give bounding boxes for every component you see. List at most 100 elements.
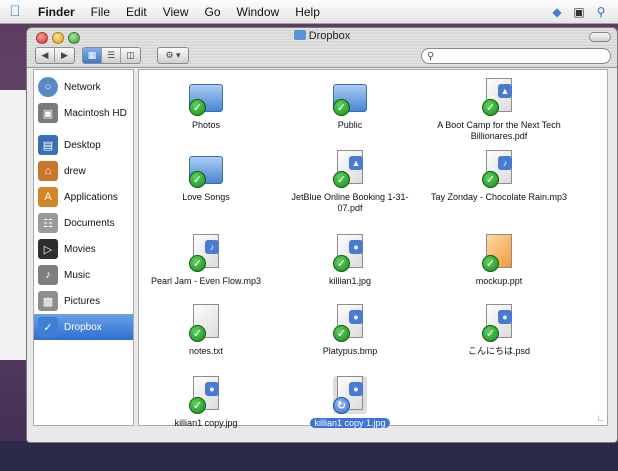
pictures-icon: ▩ xyxy=(38,291,58,311)
music-note-icon: ♪ xyxy=(498,156,512,170)
sidebar-item-music[interactable]: ♪ Music xyxy=(34,262,133,288)
apple-menu-icon[interactable]:  xyxy=(0,3,30,20)
sync-check-icon: ✓ xyxy=(189,397,206,414)
file-name: notes.txt xyxy=(188,346,224,356)
sidebar-item-pictures[interactable]: ▩ Pictures xyxy=(34,288,133,314)
sidebar-item-label: Music xyxy=(64,269,91,281)
file-name: A Boot Camp for the Next Tech Billionare… xyxy=(437,120,561,141)
music-icon: ♪ xyxy=(38,265,58,285)
documents-icon: ☷ xyxy=(38,213,58,233)
image-badge-icon: ● xyxy=(349,240,363,254)
gear-icon: ⚙ xyxy=(165,50,174,60)
search-field[interactable]: ⚲ xyxy=(421,48,611,64)
file-name: こんにちは.psd xyxy=(467,346,530,356)
sidebar-item-label: Movies xyxy=(64,243,96,255)
file-item-chocolate-rain-mp3[interactable]: ♪ ✓ Tay Zonday - Chocolate Rain.mp3 xyxy=(429,150,569,203)
toolbar-toggle-button[interactable] xyxy=(589,32,611,42)
sidebar-item-dropbox[interactable]: ✓ Dropbox xyxy=(34,314,133,340)
file-item-mockup-ppt[interactable]: ✓ mockup.ppt xyxy=(429,234,569,287)
spotlight-icon[interactable]: ⚲ xyxy=(594,5,608,19)
home-icon: ⌂ xyxy=(38,161,58,181)
window-title-text: Dropbox xyxy=(308,30,351,42)
column-view-button[interactable]: ◫ xyxy=(121,48,140,63)
hard-drive-icon: ▣ xyxy=(38,103,58,123)
back-button[interactable]: ◀ xyxy=(36,48,55,63)
file-item-konnichiwa-psd[interactable]: ● ✓ こんにちは.psd xyxy=(429,304,569,357)
network-globe-icon: ○ xyxy=(38,77,58,97)
sidebar-item-label: Dropbox xyxy=(64,321,102,333)
resize-grip-icon[interactable]: ∟ xyxy=(596,413,605,423)
menu-edit[interactable]: Edit xyxy=(118,0,155,24)
dropbox-status-icon[interactable]: ◆ xyxy=(550,5,564,19)
file-item-jetblue-pdf[interactable]: ▲ ✓ JetBlue Online Booking 1-31-07.pdf xyxy=(283,150,417,214)
action-gear-button[interactable]: ⚙ ▾ xyxy=(158,48,188,63)
sidebar-item-label: Pictures xyxy=(64,295,101,307)
file-item-notes-txt[interactable]: ✓ notes.txt xyxy=(139,304,273,357)
forward-button[interactable]: ▶ xyxy=(55,48,74,63)
sidebar-item-network[interactable]: ○ Network xyxy=(34,74,133,100)
menu-bar:  Finder File Edit View Go Window Help ◆… xyxy=(0,0,618,24)
icon-view-button[interactable]: ▦ xyxy=(83,48,102,63)
file-icon-grid: ✓ Photos ✓ Public ▲ ✓ A Boot Camp for the… xyxy=(138,69,608,429)
file-name: JetBlue Online Booking 1-31-07.pdf xyxy=(291,192,409,213)
file-name: killian1 copy 1.jpg xyxy=(283,418,417,429)
sidebar-item-documents[interactable]: ☷ Documents xyxy=(34,210,133,236)
list-view-button[interactable]: ☰ xyxy=(102,48,121,63)
file-item-platypus-bmp[interactable]: ● ✓ Platypus.bmp xyxy=(283,304,417,357)
sidebar-item-label: Desktop xyxy=(64,139,101,151)
sidebar-item-label: Macintosh HD xyxy=(64,107,127,119)
sidebar-item-desktop[interactable]: ▤ Desktop xyxy=(34,132,133,158)
menu-go[interactable]: Go xyxy=(197,0,229,24)
file-item-killian1-copy-jpg[interactable]: ● ✓ killian1 copy.jpg xyxy=(139,376,273,429)
finder-window: Dropbox ◀ ▶ ▦ ☰ ◫ ⚙ ▾ ⚲ ○ Network ▣ Maci… xyxy=(26,27,618,443)
selected-file-name: killian1 copy 1.jpg xyxy=(310,418,390,428)
file-item-love-songs[interactable]: ✓ Love Songs xyxy=(139,150,273,203)
file-name: killian1.jpg xyxy=(328,276,372,286)
file-item-killian1-jpg[interactable]: ● ✓ killian1.jpg xyxy=(283,234,417,287)
back-forward-control: ◀ ▶ xyxy=(35,47,75,64)
file-item-photos[interactable]: ✓ Photos xyxy=(139,78,273,131)
file-name: Photos xyxy=(191,120,221,130)
title-bar: Dropbox ◀ ▶ ▦ ☰ ◫ ⚙ ▾ ⚲ xyxy=(27,28,617,68)
file-name: Platypus.bmp xyxy=(322,346,378,356)
sidebar-item-movies[interactable]: ▷ Movies xyxy=(34,236,133,262)
sidebar-item-macintosh-hd[interactable]: ▣ Macintosh HD xyxy=(34,100,133,126)
applications-icon: A xyxy=(38,187,58,207)
file-item-even-flow-mp3[interactable]: ♪ ✓ Pearl Jam - Even Flow.mp3 xyxy=(139,234,273,287)
sync-check-icon: ✓ xyxy=(333,325,350,342)
menu-file[interactable]: File xyxy=(83,0,118,24)
sidebar-item-label: Network xyxy=(64,81,101,93)
sync-check-icon: ✓ xyxy=(333,171,350,188)
file-item-killian1-copy-1-jpg[interactable]: ● ↻ killian1 copy 1.jpg xyxy=(283,376,417,429)
image-badge-icon: ● xyxy=(349,310,363,324)
sync-check-icon: ✓ xyxy=(482,171,499,188)
view-mode-control: ▦ ☰ ◫ xyxy=(82,47,141,64)
desktop-icon: ▤ xyxy=(38,135,58,155)
dropbox-folder-icon: ✓ xyxy=(38,317,58,337)
sync-check-icon: ✓ xyxy=(482,255,499,272)
sync-check-icon: ✓ xyxy=(482,325,499,342)
sidebar-item-label: Applications xyxy=(64,191,118,203)
file-item-boot-camp-pdf[interactable]: ▲ ✓ A Boot Camp for the Next Tech Billion… xyxy=(429,78,569,142)
syncing-icon: ↻ xyxy=(333,397,350,414)
desktop-bottom-strip xyxy=(0,441,618,471)
sidebar-item-drew[interactable]: ⌂ drew xyxy=(34,158,133,184)
sync-check-icon: ✓ xyxy=(482,99,499,116)
display-icon[interactable]: ▣ xyxy=(572,5,586,19)
sync-check-icon: ✓ xyxy=(189,171,206,188)
file-name: Public xyxy=(337,120,363,130)
menu-finder[interactable]: Finder xyxy=(30,0,83,24)
menu-view[interactable]: View xyxy=(155,0,197,24)
file-name: Tay Zonday - Chocolate Rain.mp3 xyxy=(430,192,568,202)
file-item-public[interactable]: ✓ Public xyxy=(283,78,417,131)
menu-help[interactable]: Help xyxy=(287,0,328,24)
menu-window[interactable]: Window xyxy=(229,0,288,24)
sidebar: ○ Network ▣ Macintosh HD ▤ Desktop ⌂ dre… xyxy=(33,69,134,426)
movies-icon: ▷ xyxy=(38,239,58,259)
sidebar-item-applications[interactable]: A Applications xyxy=(34,184,133,210)
file-name: Pearl Jam - Even Flow.mp3 xyxy=(150,276,262,286)
sidebar-item-label: Documents xyxy=(64,217,115,229)
image-badge-icon: ● xyxy=(205,382,219,396)
sync-check-icon: ✓ xyxy=(189,325,206,342)
menu-extras: ◆ ▣ ⚲ xyxy=(550,5,618,19)
